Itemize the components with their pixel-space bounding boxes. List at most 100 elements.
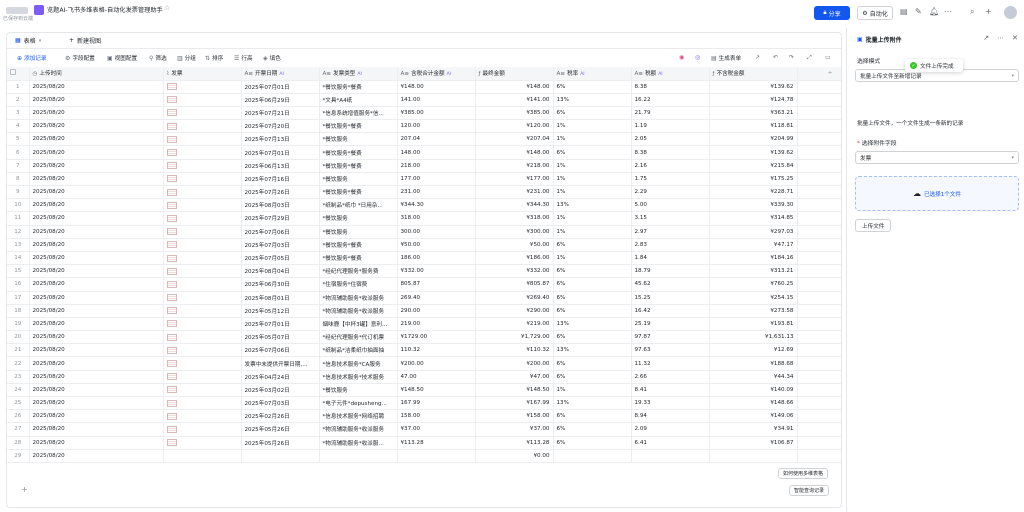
invoice-thumbnail-icon[interactable] [166,320,177,328]
row-index[interactable]: 23 [7,370,30,384]
cell-final-amount[interactable]: ¥158.00 [475,409,554,424]
cell-tax-amount[interactable]: 25.19 [631,317,710,332]
cell-upload-time[interactable]: 2025/08/20 [29,106,164,121]
add-record-button[interactable]: ⊕ 添加记录 [17,54,46,63]
invoice-thumbnail-icon[interactable] [166,175,177,183]
column-header-upload-time[interactable]: ◷ 上传时间 [29,67,164,81]
cell-invoice-type[interactable]: *信息系统增值服务*信... [319,106,398,121]
cell-upload-time[interactable]: 2025/08/20 [29,277,164,292]
cell-empty[interactable] [797,383,841,398]
document-icon[interactable]: ▤ [900,7,908,17]
cell-upload-time[interactable]: 2025/08/20 [29,159,164,173]
cell-amount-excl-tax[interactable]: ¥188.68 [709,356,798,371]
cell-tax-rate[interactable]: 6% [553,264,632,279]
cell-upload-time[interactable]: 2025/08/20 [29,370,164,384]
row-index[interactable]: 19 [7,317,30,332]
cell-tax-rate[interactable]: 13% [553,317,632,332]
invoice-thumbnail-icon[interactable] [166,399,177,407]
invoice-thumbnail-icon[interactable] [166,360,177,368]
cell-invoice-date[interactable]: 2025年06月13日 [241,159,320,173]
cell-upload-time[interactable]: 2025/08/20 [29,172,164,187]
fill-color-button[interactable]: ◈ 填色 [263,54,281,63]
cell-tax-rate[interactable]: 13% [553,396,632,411]
view-config-button[interactable]: ▣ 视图配置 [107,54,137,63]
cell-invoice-type[interactable]: *物流辅助服务*收派服务 [319,304,398,318]
cell-tax-amount[interactable]: 1.75 [631,172,710,187]
cell-total-with-tax[interactable]: ¥148.00 [397,80,476,94]
cell-invoice-type[interactable]: 烟味鹿【中杯3罐】意利... [319,317,398,332]
table-row[interactable]: 8 2025/08/20 2025年07月16日 *餐饮服务 177.00 ¥177.00… [7,172,841,187]
cell-invoice-type[interactable]: *文具*A4纸 [319,93,398,107]
cell-invoice-date[interactable]: 2025年06月29日 [241,93,320,107]
cell-invoice-attachment[interactable] [163,211,242,226]
cell-invoice-date[interactable]: 2025年07月21日 [241,106,320,121]
row-index[interactable]: 24 [7,383,30,398]
cell-invoice-attachment[interactable] [163,409,242,424]
row-index[interactable]: 15 [7,264,30,279]
cell-total-with-tax[interactable]: 110.32 [397,343,476,358]
cell-tax-amount[interactable]: 8.38 [631,80,710,94]
table-row[interactable]: 5 2025/08/20 2025年07月13日 *餐饮服务 207.04 ¥207.04… [7,132,841,147]
cell-invoice-attachment[interactable] [163,251,242,266]
cell-upload-time[interactable]: 2025/08/20 [29,251,164,266]
cell-invoice-type[interactable]: *餐饮服务*餐费 [319,251,398,266]
table-row[interactable]: 12 2025/08/20 2025年07月06日 *餐饮服务 300.00 ¥300.0… [7,225,841,239]
cell-tax-amount[interactable]: 2.16 [631,159,710,173]
pin-icon[interactable]: ☆ [164,4,170,12]
cell-empty[interactable] [797,132,841,147]
cell-final-amount[interactable]: ¥37.00 [475,422,554,437]
table-row[interactable]: 23 2025/08/20 2025年04月24日 *信息技术服务*技术服务 47.00… [7,370,841,384]
cell-empty[interactable] [797,106,841,121]
cell-final-amount[interactable]: ¥1,729.00 [475,330,554,345]
group-button[interactable]: ▥ 分组 [177,54,196,63]
cell-tax-amount[interactable]: 45.62 [631,277,710,292]
table-row[interactable]: 26 2025/08/20 2025年02月26日 *信息技术服务*网络招聘 158.0… [7,409,841,424]
generate-form-button[interactable]: ▤ 生成表单 [711,54,741,63]
cell-tax-rate[interactable]: 6% [553,277,632,292]
cell-final-amount[interactable]: ¥219.00 [475,317,554,332]
cell-invoice-type[interactable]: *物流辅助服务*收派服务 [319,422,398,437]
cell-amount-excl-tax[interactable]: ¥139.62 [709,145,798,160]
cell-upload-time[interactable]: 2025/08/20 [29,185,164,200]
row-index[interactable]: 10 [7,198,30,213]
cell-tax-amount[interactable]: 3.15 [631,211,710,226]
column-header-tax-amount[interactable]: A≡ 税额 AI [631,67,710,81]
cell-invoice-attachment[interactable] [163,106,242,121]
cell-final-amount[interactable]: ¥269.40 [475,291,554,305]
cell-invoice-type[interactable]: *餐饮服务*餐费 [319,145,398,160]
help-button[interactable]: 如何使用多维表格 [778,468,829,479]
cell-upload-time[interactable]: 2025/08/20 [29,198,164,213]
invoice-thumbnail-icon[interactable] [166,149,177,157]
column-header-final-amount[interactable]: ƒ 最终金额 [475,67,554,81]
cell-tax-rate[interactable]: 1% [553,159,632,173]
cell-invoice-date[interactable]: 2025年07月03日 [241,396,320,411]
cell-invoice-attachment[interactable] [163,396,242,411]
cell-empty[interactable] [797,436,841,450]
invoice-thumbnail-icon[interactable] [166,267,177,275]
cell-tax-amount[interactable]: 15.25 [631,291,710,305]
cell-amount-excl-tax[interactable]: ¥314.85 [709,211,798,226]
cell-invoice-date[interactable] [241,449,320,463]
cell-invoice-attachment[interactable] [163,159,242,173]
cell-total-with-tax[interactable]: ¥50.00 [397,238,476,252]
cell-amount-excl-tax[interactable]: ¥184.16 [709,251,798,266]
cell-final-amount[interactable]: ¥110.32 [475,343,554,358]
row-index[interactable]: 6 [7,145,30,160]
cell-upload-time[interactable]: 2025/08/20 [29,383,164,398]
cell-empty[interactable] [797,370,841,384]
table-row[interactable]: 20 2025/08/20 2025年05月07日 *经纪代理服务*代订机票 ¥1729… [7,330,841,345]
table-row[interactable]: 15 2025/08/20 2025年08月04日 *经纪代理服务*服务费 ¥332.0… [7,264,841,279]
cell-total-with-tax[interactable]: 148.00 [397,145,476,160]
cell-upload-time[interactable]: 2025/08/20 [29,449,164,463]
row-index[interactable]: 9 [7,185,30,200]
invoice-thumbnail-icon[interactable] [166,109,177,117]
row-index[interactable]: 11 [7,211,30,226]
cell-upload-time[interactable]: 2025/08/20 [29,317,164,332]
cell-total-with-tax[interactable]: 158.00 [397,409,476,424]
cell-invoice-attachment[interactable] [163,93,242,107]
cell-final-amount[interactable]: ¥120.00 [475,119,554,134]
cell-amount-excl-tax[interactable]: ¥297.03 [709,225,798,239]
cell-tax-amount[interactable]: 97.87 [631,330,710,345]
cell-tax-amount[interactable]: 8.41 [631,383,710,398]
cell-upload-time[interactable]: 2025/08/20 [29,436,164,450]
